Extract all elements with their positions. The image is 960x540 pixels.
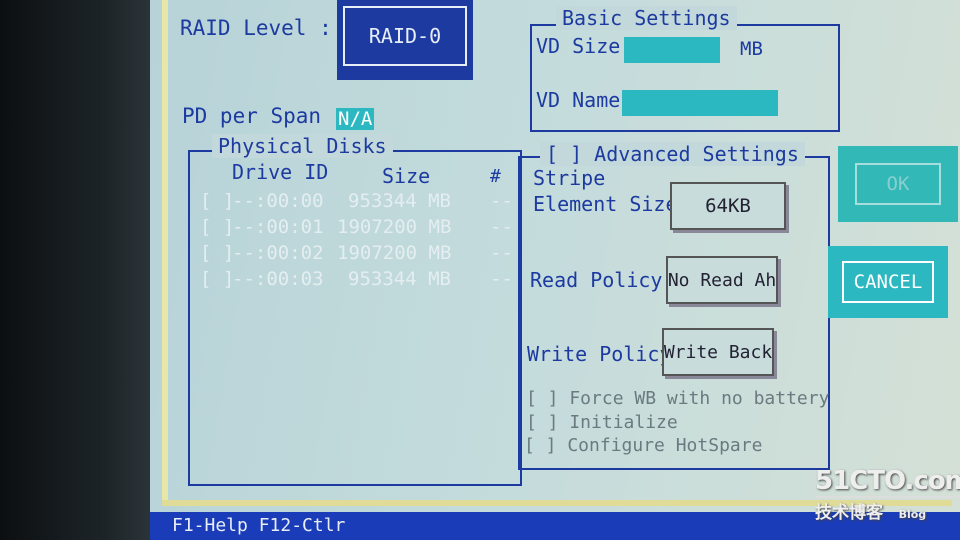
header-drive-id: Drive ID xyxy=(232,160,329,184)
watermark-sub: 技术博客 xyxy=(815,503,883,523)
vd-name-input[interactable] xyxy=(622,90,778,116)
vd-name-label: VD Name: xyxy=(536,88,633,112)
watermark-logo: 51CTO.com 技术博客 Blog xyxy=(815,466,960,523)
disk-size: 1907200 MB xyxy=(337,216,452,238)
write-policy-select[interactable]: Write Back xyxy=(662,328,774,376)
monitor-bezel xyxy=(0,0,150,540)
stripe-label: Stripe xyxy=(533,166,606,190)
element-size-label: Element Size: xyxy=(533,192,690,216)
ok-button[interactable]: OK xyxy=(838,146,958,222)
disk-checkbox[interactable]: [ ] xyxy=(200,242,234,264)
window-border xyxy=(162,0,168,505)
disk-size: 953344 MB xyxy=(348,190,451,212)
disk-id: --:00:03 xyxy=(232,268,324,290)
header-num: # xyxy=(490,166,501,187)
vd-size-label: VD Size: xyxy=(536,34,633,58)
watermark-blog: Blog xyxy=(898,508,927,521)
raid-level-select[interactable]: RAID-0 xyxy=(337,0,473,80)
disk-num: -- xyxy=(490,190,513,212)
raid-level-value: RAID-0 xyxy=(343,6,467,66)
disk-num: -- xyxy=(490,268,513,290)
raid-level-label: RAID Level : xyxy=(180,16,332,40)
disk-size: 1907200 MB xyxy=(337,242,452,264)
header-size: Size xyxy=(382,164,431,188)
disk-checkbox[interactable]: [ ] xyxy=(200,268,234,290)
pd-per-span-value[interactable]: N/A xyxy=(336,108,375,130)
vd-size-unit: MB xyxy=(740,38,763,60)
cancel-button[interactable]: CANCEL xyxy=(828,246,948,318)
disk-id: --:00:01 xyxy=(232,216,324,238)
disk-checkbox[interactable]: [ ] xyxy=(200,216,234,238)
disk-num: -- xyxy=(490,242,513,264)
force-wb-checkbox[interactable]: [ ] Force WB with no battery xyxy=(526,388,829,409)
disk-size: 953344 MB xyxy=(348,268,451,290)
pd-per-span-label: PD per Span : xyxy=(182,104,347,128)
cancel-label: CANCEL xyxy=(841,261,935,303)
disk-num: -- xyxy=(490,216,513,238)
read-policy-label: Read Policy : xyxy=(530,268,687,292)
physical-disks-title: Physical Disks xyxy=(212,134,393,158)
disk-id: --:00:00 xyxy=(232,190,324,212)
watermark-site: 51CTO.com xyxy=(815,466,960,498)
read-policy-select[interactable]: No Read Ah xyxy=(666,256,778,304)
basic-settings-title: Basic Settings xyxy=(556,6,737,30)
ok-label: OK xyxy=(854,163,942,205)
advanced-settings-title[interactable]: [ ] Advanced Settings xyxy=(540,142,805,166)
disk-checkbox[interactable]: [ ] xyxy=(200,190,234,212)
write-policy-label: Write Policy: xyxy=(527,342,684,366)
vd-size-input[interactable] xyxy=(624,37,720,63)
initialize-checkbox[interactable]: [ ] Initialize xyxy=(526,412,678,433)
disk-id: --:00:02 xyxy=(232,242,324,264)
stripe-size-select[interactable]: 64KB xyxy=(670,182,786,230)
hotspare-checkbox[interactable]: [ ] Configure HotSpare xyxy=(524,435,762,456)
